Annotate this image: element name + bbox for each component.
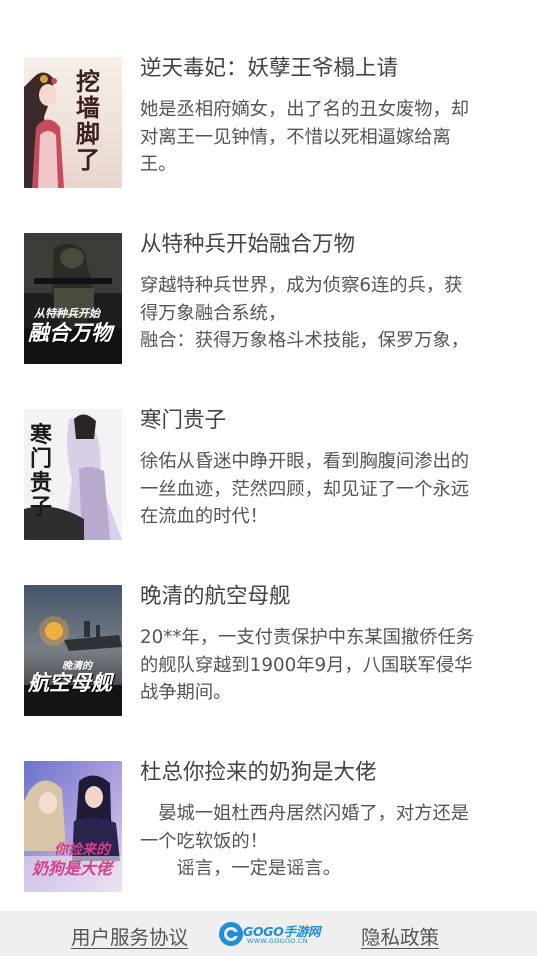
book-description-line: 晏城一姐杜西舟居然闪婚了，对方还是 [140,803,470,824]
book-description-line: 的舰队穿越到1900年9月，八国联军侵华 [140,654,473,676]
book-title[interactable]: 从特种兵开始融合万物 [140,232,520,258]
book-description: 穿越特种兵世界，成为侦察6连的兵，获 得万象融合系统， 融合：获得万象格斗术技能… [140,272,520,355]
book-description-line: 20**年，一支付责保护中东某国撤侨任务 [140,627,475,648]
book-cover[interactable]: 挖墙脚了 [24,57,122,188]
book-title[interactable]: 杜总你捡来的奶狗是大佬 [140,760,520,786]
book-item[interactable]: 从特种兵开始 融合万物 从特种兵开始融合万物 穿越特种兵世界，成为侦察6连的兵，… [0,226,537,366]
book-cover-title: 融合万物 [28,321,112,345]
book-description-line: 徐佑从昏迷中睁开眼，看到胸腹间渗出的 [140,451,470,472]
footer-bar: 用户服务协议 GOGO手游网 WWW.GOGOO.CN 隐私政策 [0,911,537,956]
book-description: 徐佑从昏迷中睁开眼，看到胸腹间渗出的 一丝血迹，茫然四顾，却见证了一个永远 在流… [140,448,520,531]
book-title[interactable]: 寒门贵子 [140,408,520,434]
book-cover-title: 寒门贵子 [30,422,53,520]
book-item[interactable]: 寒门贵子 寒门贵子 徐佑从昏迷中睁开眼，看到胸腹间渗出的 一丝血迹，茫然四顾，却… [0,402,537,542]
gogo-logo-icon [219,922,243,946]
book-cover[interactable]: 从特种兵开始 融合万物 [24,233,122,364]
book-cover[interactable]: 你捡来的 奶狗是大佬 [24,761,122,892]
logo-subtext: WWW.GOGOO.CN [247,937,308,945]
site-logo[interactable]: GOGO手游网 WWW.GOGOO.CN [218,920,328,948]
book-description-line: 对离王一见钟情，不惜以死相逼嫁给离 [140,126,451,148]
user-agreement-link[interactable]: 用户服务协议 [71,921,188,950]
book-description-line: 王。 [140,154,177,175]
privacy-policy-link[interactable]: 隐私政策 [361,921,439,950]
book-description-line: 一丝血迹，茫然四顾，却见证了一个永远 [140,478,470,500]
book-title[interactable]: 逆天毒妃：妖孽王爷榻上请 [140,56,520,82]
book-cover[interactable]: 晚清的 航空母舰 [24,585,122,716]
book-description-line: 她是丞相府嫡女，出了名的丑女废物，却 [140,99,470,120]
book-description-line: 融合：获得万象格斗术技能，保罗万象， [140,330,470,351]
book-description-line: 战争期间。 [140,682,232,703]
book-item[interactable]: 挖墙脚了 逆天毒妃：妖孽王爷榻上请 她是丞相府嫡女，出了名的丑女废物，却 对离王… [0,50,537,190]
book-description-line: 谣言，一定是谣言。 [140,858,342,879]
book-cover[interactable]: 寒门贵子 [24,409,122,540]
book-item[interactable]: 你捡来的 奶狗是大佬 杜总你捡来的奶狗是大佬 晏城一姐杜西舟居然闪婚了，对方还是… [0,754,537,894]
book-description-line: 一个吃软饭的！ [140,830,268,852]
book-description: 20**年，一支付责保护中东某国撤侨任务 的舰队穿越到1900年9月，八国联军侵… [140,624,520,707]
book-title[interactable]: 晚清的航空母舰 [140,584,520,610]
book-description: 她是丞相府嫡女，出了名的丑女废物，却 对离王一见钟情，不惜以死相逼嫁给离 王。 [140,96,520,179]
book-cover-title: 挖墙脚了 [76,67,100,174]
book-description-line: 在流血的时代！ [140,506,268,527]
book-description-line: 得万象融合系统， [140,302,287,324]
book-cover-title: 航空母舰 [28,671,112,695]
book-cover-image [24,57,122,188]
book-cover-title: 奶狗是大佬 [32,859,113,878]
book-item[interactable]: 晚清的 航空母舰 晚清的航空母舰 20**年，一支付责保护中东某国撤侨任务 的舰… [0,578,537,718]
book-description: 晏城一姐杜西舟居然闪婚了，对方还是 一个吃软饭的！ 谣言，一定是谣言。 [140,800,520,883]
book-description-line: 穿越特种兵世界，成为侦察6连的兵，获 [140,275,463,296]
